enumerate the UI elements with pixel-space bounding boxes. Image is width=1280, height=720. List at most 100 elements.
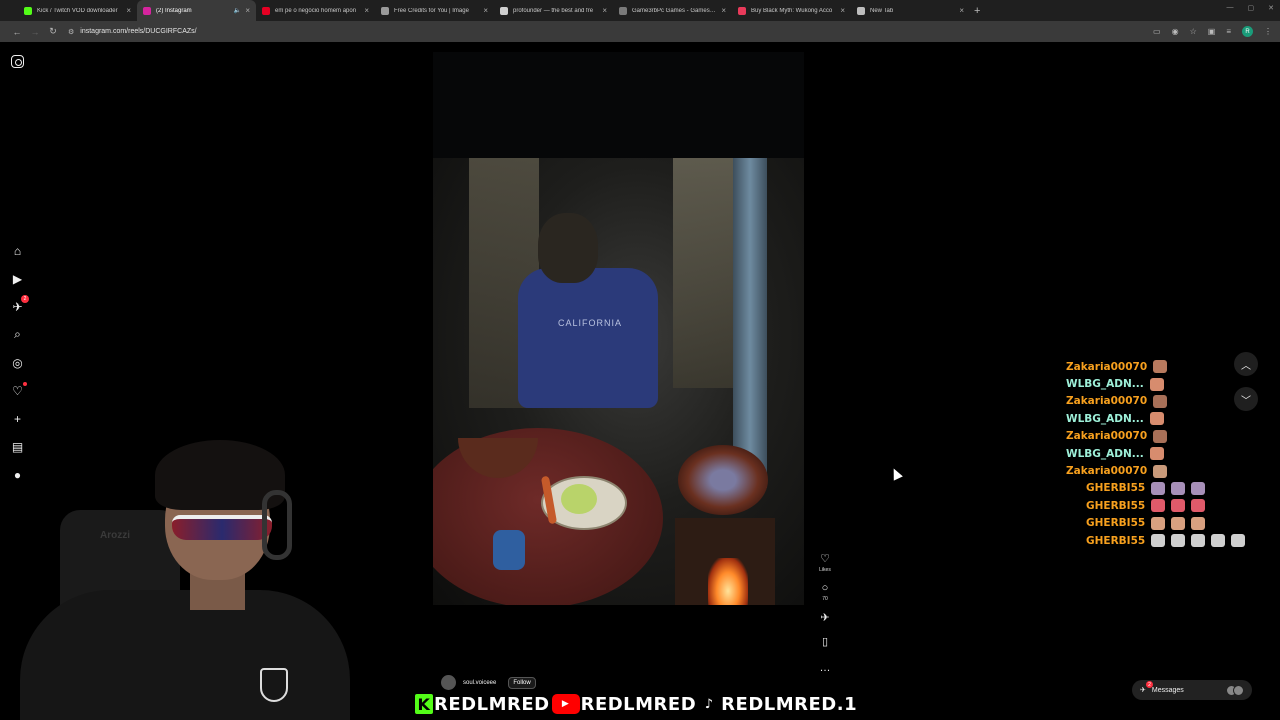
chat-emote-icon <box>1171 516 1186 530</box>
create-icon[interactable]: + <box>10 411 25 426</box>
like-action[interactable]: ♡ Likes <box>819 553 831 573</box>
chat-username: Zakaria00070 <box>1066 430 1148 443</box>
url-text: instagram.com/reels/DUCGIRFCAZs/ <box>80 28 197 35</box>
window-controls: — ▢ ✕ <box>1227 4 1275 12</box>
chat-message: Zakaria00070 <box>1060 358 1260 375</box>
reload-icon[interactable]: ↻ <box>44 26 62 37</box>
chat-message: Zakaria00070 <box>1060 393 1260 410</box>
explore-icon[interactable]: ◎ <box>10 355 25 370</box>
messages-button[interactable]: ✈ 2 Messages <box>1132 680 1252 700</box>
chair-brand: Arozzi <box>100 530 130 541</box>
reels-icon[interactable]: ▶ <box>10 271 25 286</box>
install-app-icon[interactable]: ▭ <box>1153 27 1161 36</box>
maximize-icon[interactable]: ▢ <box>1248 4 1255 12</box>
reel-video[interactable]: CALIFORNIA <box>433 158 804 605</box>
chat-message: WLBG_ADN... <box>1060 410 1260 427</box>
browser-tab[interactable]: Kick / Twitch VOD downloader × <box>18 0 137 21</box>
kick-logo-icon: K <box>415 694 433 714</box>
more-action[interactable]: … <box>820 662 831 674</box>
chat-username: WLBG_ADN... <box>1066 447 1144 460</box>
direct-messages-icon[interactable]: ✈ 2 <box>10 295 29 314</box>
chat-username: GHERBI55 <box>1086 534 1146 547</box>
tab-close-icon[interactable]: × <box>364 6 369 15</box>
streamer-webcam: Arozzi <box>0 440 370 720</box>
tab-close-icon[interactable]: × <box>721 6 726 15</box>
tab-favicon-icon <box>381 6 389 15</box>
comments-count: 70 <box>822 596 828 602</box>
tab-close-icon[interactable]: × <box>959 6 964 15</box>
back-icon[interactable]: ← <box>8 27 26 37</box>
share-action[interactable]: ✈ <box>820 612 829 624</box>
author-avatar[interactable] <box>441 675 456 690</box>
forward-icon[interactable]: → <box>26 27 44 37</box>
tab-favicon-icon <box>24 6 32 15</box>
site-info-icon[interactable]: ⚙ <box>68 28 74 36</box>
comment-icon[interactable]: ○ <box>822 582 829 594</box>
chat-emote-icon <box>1191 516 1206 530</box>
tab-close-icon[interactable]: × <box>483 6 488 15</box>
tab-label: Game3rbPc Games - Games Do <box>632 7 718 14</box>
address-bar-actions: ▭ ◉ ☆ ▣ ≡ R ⋮ <box>1153 26 1272 37</box>
chat-emote-icon <box>1191 481 1206 495</box>
streamer-social-banner: K REDLMRED ▶ REDLMRED ♪ REDLMRED.1 <box>415 692 865 716</box>
browser-tab[interactable]: (2) Instagram 🔈 × <box>137 0 256 21</box>
messages-avatars <box>1226 684 1244 696</box>
browser-tab[interactable]: Buy Black Myth: Wukong Acco × <box>732 0 851 21</box>
share-icon[interactable]: ✈ <box>820 612 829 624</box>
heart-icon[interactable]: ♡ <box>820 553 830 565</box>
search-icon[interactable]: ⌕ <box>10 327 25 342</box>
browser-tab[interactable]: Game3rbPc Games - Games Do × <box>613 0 732 21</box>
browser-tab[interactable]: profounder — the best and fre × <box>494 0 613 21</box>
streamer-headset <box>262 490 292 560</box>
menu-kebab-icon[interactable]: ⋮ <box>1264 27 1272 36</box>
video-person-head <box>538 213 598 283</box>
media-controls-icon[interactable]: ≡ <box>1226 27 1231 36</box>
browser-tab[interactable]: New Tab × <box>851 0 970 21</box>
chat-message: GHERBI55 <box>1060 532 1260 549</box>
follow-button[interactable]: Follow <box>508 676 536 689</box>
tab-audio-icon[interactable]: 🔈 <box>234 7 241 14</box>
mouse-cursor <box>889 466 903 481</box>
video-wall <box>673 158 733 388</box>
profile-avatar[interactable]: R <box>1242 26 1253 37</box>
notification-dot <box>23 382 27 386</box>
tracking-protection-icon[interactable]: ◉ <box>1172 27 1179 36</box>
tab-label: em pé o negócio homem apon <box>275 7 357 14</box>
notifications-heart-icon[interactable]: ♡ <box>10 382 27 398</box>
chat-emote-icon <box>1153 429 1168 443</box>
tab-close-icon[interactable]: × <box>126 6 131 15</box>
tab-close-icon[interactable]: × <box>840 6 845 15</box>
instagram-logo-icon[interactable] <box>11 55 24 68</box>
close-window-icon[interactable]: ✕ <box>1268 4 1274 12</box>
new-tab-button[interactable]: + <box>974 5 980 17</box>
author-username[interactable]: soul.voiceee <box>463 680 496 686</box>
tiktok-logo-icon: ♪ <box>698 694 721 714</box>
tab-close-icon[interactable]: × <box>602 6 607 15</box>
tab-close-icon[interactable]: × <box>245 6 250 15</box>
chat-emote-icon <box>1153 360 1168 374</box>
tab-label: Free Credits for You | Image <box>394 7 469 14</box>
chat-emote-icon <box>1149 412 1164 426</box>
chat-emote-icon <box>1191 499 1206 513</box>
video-person <box>518 268 658 408</box>
chat-emote-icon <box>1151 516 1166 530</box>
stream-chat-overlay: Zakaria00070 WLBG_ADN... Zakaria00070 WLBG_… <box>1060 358 1260 549</box>
extensions-icon[interactable]: ▣ <box>1208 27 1216 36</box>
tab-favicon-icon <box>262 6 270 15</box>
youtube-logo-icon: ▶ <box>551 694 580 714</box>
chat-emote-icon <box>1153 464 1168 478</box>
chat-username: Zakaria00070 <box>1066 465 1148 478</box>
bookmark-icon[interactable]: ▯ <box>822 636 828 648</box>
url-field[interactable]: ⚙ instagram.com/reels/DUCGIRFCAZs/ <box>68 28 197 36</box>
comment-action[interactable]: ○ 70 <box>822 582 829 602</box>
chat-emote-icon <box>1211 534 1226 548</box>
browser-tab[interactable]: Free Credits for You | Image × <box>375 0 494 21</box>
save-action[interactable]: ▯ <box>822 636 828 648</box>
bookmark-star-icon[interactable]: ☆ <box>1190 27 1197 36</box>
more-options-icon[interactable]: … <box>820 662 831 674</box>
tab-label: New Tab <box>870 7 894 14</box>
video-pipe <box>733 158 767 488</box>
home-icon[interactable]: ⌂ <box>10 243 25 258</box>
minimize-icon[interactable]: — <box>1227 4 1234 12</box>
browser-tab[interactable]: em pé o negócio homem apon × <box>256 0 375 21</box>
